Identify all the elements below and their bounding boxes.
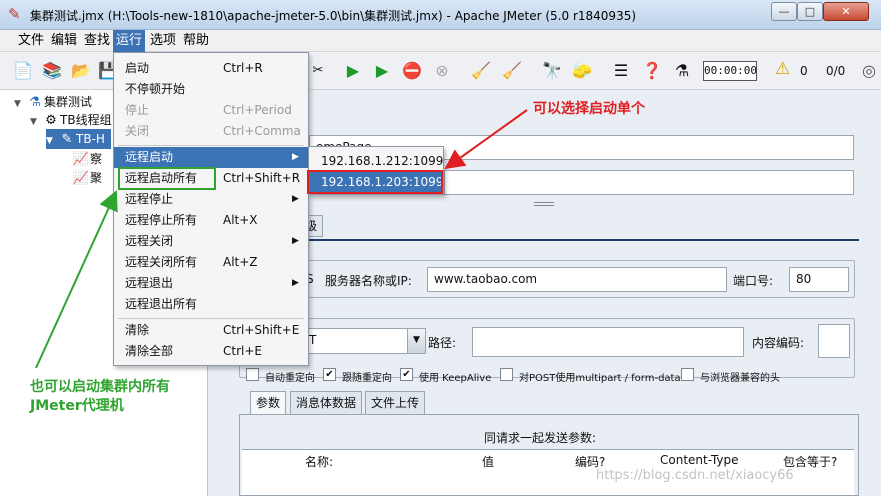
menu-help[interactable]: 帮助: [180, 30, 212, 52]
run-menu-dropdown: 启动 Ctrl+R 不停顿开始 停止 Ctrl+Period 关闭 Ctrl+Comm…: [113, 52, 309, 366]
submenu-arrow-icon: ▶: [292, 152, 299, 162]
menu-item-remote-shutdown[interactable]: 远程关闭 ▶: [114, 231, 308, 252]
port-input[interactable]: 80: [789, 267, 849, 292]
reset-search-icon[interactable]: 🧽: [570, 59, 594, 83]
log-viewer-icon[interactable]: ⚗: [670, 59, 694, 83]
split-handle[interactable]: [534, 202, 554, 206]
window-title: 集群测试.jmx (H:\Tools-new-1810\apache-jmete…: [30, 9, 637, 23]
chart-icon: 📈: [72, 152, 90, 167]
chart-icon: 📈: [72, 171, 90, 186]
encoding-label: 内容编码:: [752, 336, 805, 350]
multipart-checkbox[interactable]: [500, 368, 513, 381]
function-helper-icon[interactable]: ☰: [609, 59, 633, 83]
send-with-label: 同请求一起发送参数:: [484, 431, 597, 445]
menu-separator: [118, 318, 304, 319]
tree-item-listener-1[interactable]: 📈察: [72, 149, 102, 169]
start-icon[interactable]: ▶: [341, 59, 365, 83]
auto-redirect-checkbox[interactable]: [246, 368, 259, 381]
menu-item-clear-all[interactable]: 清除全部 Ctrl+E: [114, 341, 308, 362]
col-value: 值: [482, 455, 495, 469]
server-input[interactable]: www.taobao.com: [427, 267, 727, 292]
submenu-arrow-icon: ▶: [292, 194, 299, 204]
close-button[interactable]: ✕: [823, 2, 869, 21]
menu-separator: [118, 145, 304, 146]
col-name: 名称:: [305, 455, 334, 469]
port-label: 端口号:: [733, 274, 774, 288]
warning-icon[interactable]: ⚠: [775, 59, 790, 79]
menu-item-shutdown[interactable]: 关闭 Ctrl+Comma: [114, 121, 308, 142]
chevron-down-icon[interactable]: ▼: [407, 329, 425, 353]
expand-icon[interactable]: ▼: [30, 112, 42, 132]
menu-item-start[interactable]: 启动 Ctrl+R: [114, 58, 308, 79]
menu-item-remote-start[interactable]: 远程启动 ▶: [114, 147, 308, 168]
search-binoculars-icon[interactable]: 🔭: [540, 59, 564, 83]
menu-bar: 文件 编辑 查找 运行 选项 帮助: [0, 30, 881, 52]
menu-item-remote-stop-all[interactable]: 远程停止所有 Alt+X: [114, 210, 308, 231]
error-count: 0: [800, 64, 808, 78]
menu-options[interactable]: 选项: [147, 30, 179, 52]
menu-item-remote-exit-all[interactable]: 远程退出所有: [114, 294, 308, 315]
menu-item-stop[interactable]: 停止 Ctrl+Period: [114, 100, 308, 121]
server-label: 服务器名称或IP:: [325, 274, 412, 288]
watermark: https://blog.csdn.net/xiaocy66: [596, 468, 794, 483]
note-single-host: 可以选择启动单个: [533, 101, 645, 117]
tree-item-listener-2[interactable]: 📈聚: [72, 168, 102, 188]
gear-icon: ⚙: [45, 113, 57, 128]
menu-item-remote-shutdown-all[interactable]: 远程关闭所有 Alt+Z: [114, 252, 308, 273]
method-select[interactable]: T ▼: [302, 328, 426, 354]
remote-host-212[interactable]: 192.168.1.212:1099: [309, 151, 443, 172]
menu-item-remote-stop[interactable]: 远程停止 ▶: [114, 189, 308, 210]
tree-item-thread-group[interactable]: ▼ ⚙ TB线程组: [30, 110, 112, 130]
menu-file[interactable]: 文件: [15, 30, 47, 52]
path-label: 路径:: [428, 336, 457, 350]
highlight-box-single-host: [307, 170, 443, 194]
note-all-hosts-line2: JMeter代理机: [30, 398, 124, 414]
clear-icon[interactable]: 🧹: [469, 59, 493, 83]
menu-edit[interactable]: 编辑: [48, 30, 80, 52]
expand-icon[interactable]: ▼: [14, 94, 26, 114]
tree-item-http-request[interactable]: ▼ ✎ TB-H: [46, 129, 111, 149]
templates-icon[interactable]: 📚: [40, 59, 64, 83]
help-icon[interactable]: ❓: [640, 59, 664, 83]
menu-run[interactable]: 运行: [113, 30, 146, 52]
expand-icon[interactable]: ▼: [46, 131, 58, 151]
browser-headers-checkbox[interactable]: [681, 368, 694, 381]
elapsed-timer: 00:00:00: [703, 61, 757, 81]
new-file-icon[interactable]: 📄: [11, 59, 35, 83]
parameters-body: 同请求一起发送参数: 名称: 值 编码? Content-Type 包含等于?: [239, 414, 859, 496]
clear-all-icon[interactable]: 🧹: [500, 59, 524, 83]
web-server-group: S 服务器名称或IP: www.taobao.com 端口号: 80: [239, 260, 855, 298]
jmeter-feather-icon: ✎: [8, 5, 21, 23]
shutdown-icon[interactable]: ⊗: [430, 59, 454, 83]
keepalive-checkbox[interactable]: ✔: [400, 368, 413, 381]
title-bar: ✎ 集群测试.jmx (H:\Tools-new-1810\apache-jme…: [0, 0, 881, 30]
path-input[interactable]: [472, 327, 744, 357]
start-no-pause-icon[interactable]: ▶: [370, 59, 394, 83]
note-all-hosts-line1: 也可以启动集群内所有: [30, 379, 170, 395]
follow-redirect-checkbox[interactable]: ✔: [323, 368, 336, 381]
menu-item-start-no-pause[interactable]: 不停顿开始: [114, 79, 308, 100]
comment-field[interactable]: [444, 170, 854, 195]
open-folder-icon[interactable]: 📂: [69, 59, 93, 83]
highlight-box-start-all: [118, 167, 216, 190]
maximize-button[interactable]: □: [797, 2, 823, 21]
menu-search[interactable]: 查找: [81, 30, 113, 52]
tab-body-data[interactable]: 消息体数据: [290, 391, 363, 415]
col-content-type: Content-Type: [660, 453, 739, 467]
submenu-arrow-icon: ▶: [292, 278, 299, 288]
minimize-button[interactable]: —: [771, 2, 797, 21]
tree-item-test-plan[interactable]: ▼ ⚗ 集群测试: [14, 92, 92, 112]
stop-icon[interactable]: ⛔: [400, 59, 424, 83]
submenu-arrow-icon: ▶: [292, 236, 299, 246]
tab-parameters[interactable]: 参数: [250, 391, 287, 415]
remote-icon[interactable]: ◎: [857, 59, 881, 83]
menu-item-remote-exit[interactable]: 远程退出 ▶: [114, 273, 308, 294]
tab-file-upload[interactable]: 文件上传: [365, 391, 426, 415]
pipette-icon: ✎: [61, 132, 73, 147]
encoding-input[interactable]: [818, 324, 850, 358]
menu-item-clear[interactable]: 清除 Ctrl+Shift+E: [114, 320, 308, 341]
toggle-icon[interactable]: ✂: [306, 59, 330, 83]
thread-count: 0/0: [826, 64, 846, 78]
